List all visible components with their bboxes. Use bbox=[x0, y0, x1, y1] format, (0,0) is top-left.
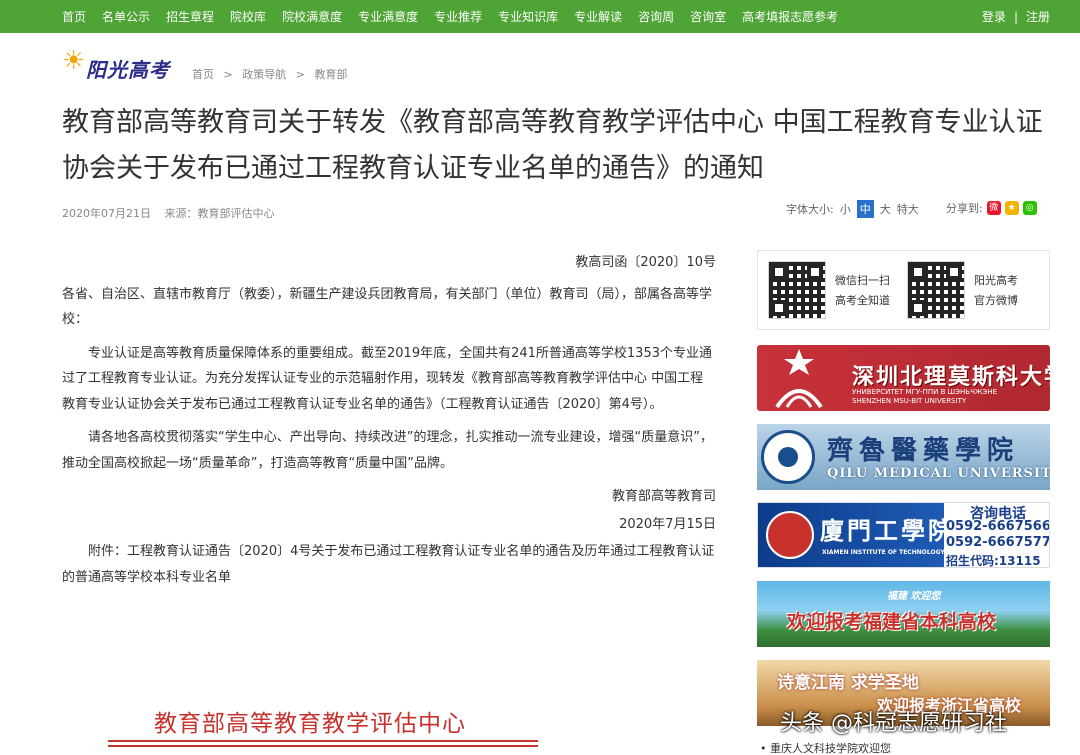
weibo-icon[interactable]: 微 bbox=[986, 201, 1001, 215]
share-bar: 分享到: 微 ★ ◎ bbox=[946, 200, 1037, 216]
ad-admission-code: 招生代码:13115 bbox=[946, 554, 1041, 568]
attachment-link[interactable]: 附件：工程教育认证通告〔2020〕4号关于发布已通过工程教育认证专业名单的通告及… bbox=[62, 539, 716, 590]
nav-item[interactable]: 专业推荐 bbox=[434, 8, 482, 25]
top-nav-bar: 首页 名单公示 招生章程 院校库 院校满意度 专业满意度 专业推荐 专业知识库 专业解读 咨询周咨… bbox=[0, 0, 1080, 33]
register-link[interactable]: 注册 bbox=[1026, 8, 1050, 25]
qr-code-box: 微信扫一扫 高考全知道 阳光高考 官方微博 bbox=[757, 250, 1050, 330]
ad-main-slogan: 欢迎报考福建省本科高校 bbox=[787, 611, 997, 633]
nav-item[interactable]: 院校库 bbox=[230, 8, 266, 25]
nav-item[interactable]: 咨询周 bbox=[638, 8, 674, 25]
paragraph-2: 请各地各高校贯彻落实“学生中心、产出导向、持续改进”的理念，扎实推动一流专业建设… bbox=[62, 430, 713, 471]
nav-item[interactable]: 首页 bbox=[62, 8, 86, 25]
font-size-xlarge[interactable]: 特大 bbox=[897, 201, 919, 217]
banner-title: 教育部高等教育教学评估中心 bbox=[154, 711, 466, 737]
watermark: 头条 @科冠志愿研习社 bbox=[780, 711, 1007, 736]
ad-cn-name: 深圳北理莫斯科大学 bbox=[852, 365, 1050, 390]
nav-item[interactable]: 名单公示 bbox=[102, 8, 150, 25]
login-link[interactable]: 登录 bbox=[982, 8, 1006, 25]
font-size-label: 字体大小: bbox=[786, 203, 834, 216]
ad-qilu-medical[interactable]: 齊魯醫藥學院 QILU MEDICAL UNIVERSITY bbox=[757, 424, 1050, 490]
sun-icon: ☀ bbox=[62, 46, 86, 76]
nav-item[interactable]: 专业满意度 bbox=[358, 8, 418, 25]
sidebar-bottom-link[interactable]: • 重庆人文科技学院欢迎您 bbox=[760, 740, 891, 755]
ad-phone-1: 0592-6667566 bbox=[946, 519, 1050, 534]
font-size-medium[interactable]: 中 bbox=[856, 200, 874, 218]
qzone-icon[interactable]: ★ bbox=[1004, 201, 1019, 215]
qr-caption-line: 阳光高考 bbox=[974, 274, 1018, 287]
nav-item[interactable]: 高考填报志愿参考 bbox=[742, 8, 838, 25]
article-meta: 2020年07月21日 来源：教育部评估中心 bbox=[62, 205, 285, 221]
nav-item[interactable]: 咨询室 bbox=[690, 8, 726, 25]
university-seal-icon bbox=[761, 430, 815, 484]
breadcrumb-home[interactable]: 首页 bbox=[192, 68, 214, 81]
ad-xiamen-tech[interactable]: 廈門工學院 XIAMEN INSTITUTE OF TECHNOLOGY 咨询电… bbox=[757, 502, 1050, 568]
qr-caption-line: 官方微博 bbox=[974, 294, 1018, 307]
font-size-large[interactable]: 大 bbox=[880, 201, 891, 217]
wechat-icon[interactable]: ◎ bbox=[1022, 201, 1037, 215]
weibo-qr-caption: 阳光高考 官方微博 bbox=[974, 271, 1018, 311]
nav-item[interactable]: 招生章程 bbox=[166, 8, 214, 25]
article-date: 2020年07月21日 bbox=[62, 207, 151, 220]
share-label: 分享到: bbox=[946, 202, 983, 215]
recipients: 各省、自治区、直辖市教育厅（教委），新疆生产建设兵团教育局，有关部门（单位）教育… bbox=[62, 286, 713, 328]
banner-divider bbox=[108, 745, 538, 747]
banner-divider bbox=[108, 740, 538, 742]
ad-cn-name: 齊魯醫藥學院 bbox=[827, 436, 1020, 466]
nav-item[interactable]: 院校满意度 bbox=[282, 8, 342, 25]
ad-ru-name: УНИВЕРСИТЕТ МГУ-ППИ В ШЭНЬЧЖЭНЕ bbox=[852, 388, 998, 396]
article-body: 教高司函〔2020〕10号 各省、自治区、直辖市教育厅（教委），新疆生产建设兵团… bbox=[62, 250, 716, 598]
ad-welcome-small: 福建 欢迎您 bbox=[887, 591, 941, 602]
ad-phone-2: 0592-6667577 bbox=[946, 535, 1050, 550]
university-seal-icon bbox=[766, 511, 814, 559]
qr-caption-line: 高考全知道 bbox=[835, 294, 890, 307]
ad-en-name: XIAMEN INSTITUTE OF TECHNOLOGY bbox=[822, 549, 945, 556]
ad-cn-name: 廈門工學院 bbox=[820, 516, 955, 545]
logo-text: 阳光高考 bbox=[86, 58, 170, 82]
wechat-qr-code bbox=[768, 261, 826, 319]
ad-en-name: QILU MEDICAL UNIVERSITY bbox=[827, 466, 1050, 481]
ad-shenzhen-msu-bit[interactable]: 深圳北理莫斯科大学 УНИВЕРСИТЕТ МГУ-ППИ В ШЭНЬЧЖЭН… bbox=[757, 345, 1050, 411]
breadcrumb: 首页 > 政策导航 > 教育部 bbox=[192, 66, 353, 82]
breadcrumb-policy[interactable]: 政策导航 bbox=[242, 68, 286, 81]
auth-links: 登录 | 注册 bbox=[974, 0, 1050, 33]
nav-item[interactable]: 专业知识库 bbox=[498, 8, 558, 25]
font-size-control: 字体大小: 小 中 大 特大 bbox=[786, 200, 925, 218]
article-title: 教育部高等教育司关于转发《教育部高等教育教学评估中心 中国工程教育专业认证协会关… bbox=[62, 107, 1043, 184]
breadcrumb-sep: > bbox=[223, 68, 233, 81]
ad-fujian-universities[interactable]: 福建 欢迎您 欢迎报考福建省本科高校 bbox=[757, 581, 1050, 647]
nav-item[interactable]: 专业解读 bbox=[574, 8, 622, 25]
ad-en-name: SHENZHEN MSU-BIT UNIVERSITY bbox=[852, 397, 967, 405]
sign-date: 2020年7月15日 bbox=[619, 516, 716, 532]
wechat-qr-caption: 微信扫一扫 高考全知道 bbox=[835, 271, 890, 311]
breadcrumb-sep: > bbox=[295, 68, 305, 81]
site-logo[interactable]: ☀ 阳光高考 bbox=[62, 42, 180, 82]
weibo-qr-code bbox=[907, 261, 965, 319]
paragraph-1: 专业认证是高等教育质量保障体系的重要组成。截至2019年底，全国共有241所普通… bbox=[62, 345, 712, 412]
qr-caption-line: 微信扫一扫 bbox=[835, 274, 890, 287]
font-size-small[interactable]: 小 bbox=[840, 201, 851, 217]
breadcrumb-moe[interactable]: 教育部 bbox=[314, 68, 347, 81]
ad-slogan-1: 诗意江南 求学圣地 bbox=[777, 673, 919, 693]
eval-center-banner: 教育部高等教育教学评估中心 bbox=[108, 700, 538, 755]
signature: 教育部高等教育司 bbox=[611, 489, 716, 504]
nav-menu: 首页 名单公示 招生章程 院校库 院校满意度 专业满意度 专业推荐 专业知识库 专业解读 咨询周咨… bbox=[62, 0, 854, 33]
university-emblem-icon bbox=[775, 349, 823, 409]
auth-separator: | bbox=[1013, 9, 1018, 24]
doc-number: 教高司函〔2020〕10号 bbox=[575, 255, 716, 270]
article-source: 来源：教育部评估中心 bbox=[164, 207, 275, 220]
